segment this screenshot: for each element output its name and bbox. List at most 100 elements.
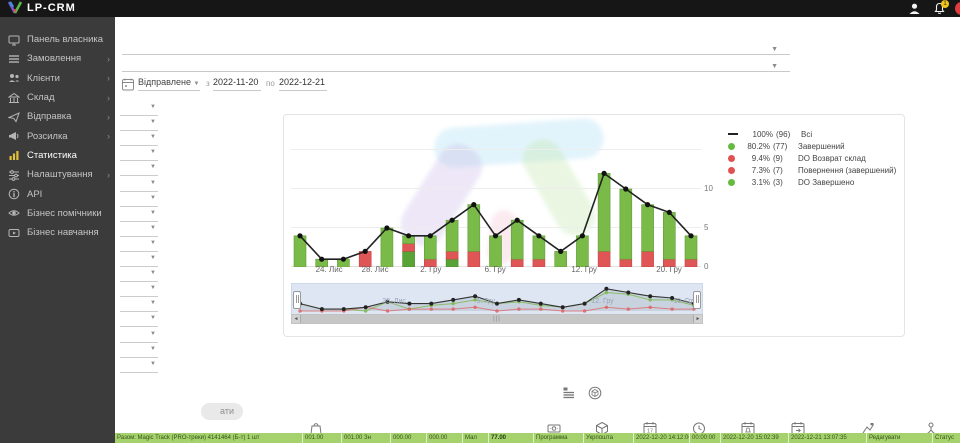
mini-filter-select-4[interactable]: ▼	[120, 146, 158, 161]
scrollbar-thumb[interactable]: |||	[300, 315, 694, 323]
y-tick-label: 10	[704, 184, 724, 193]
legend-item-5[interactable]: 3.1%(3)DO Завершено	[728, 176, 896, 188]
legend-line-marker	[728, 133, 738, 135]
mini-filter-select-7[interactable]: ▼	[120, 192, 158, 207]
table-cell: Укрпошта	[584, 433, 634, 443]
chevron-down-icon: ▼	[150, 119, 156, 125]
mini-filter-select-16[interactable]: ▼	[120, 328, 158, 343]
main-content: ▼ ▼ Відправлене ▼ з 2022-11-20 по 2022-1…	[115, 17, 960, 443]
legend-item-1[interactable]: 100%(96)Всі	[728, 128, 896, 140]
sidebar-item-3[interactable]: Клієнти ›	[0, 69, 115, 88]
date-from-input[interactable]: 2022-11-20	[213, 77, 261, 91]
api-icon	[8, 188, 20, 200]
alert-avatar-icon[interactable]	[955, 2, 960, 15]
sidebar-item-label: Розсилка	[27, 131, 68, 142]
mini-filter-select-6[interactable]: ▼	[120, 177, 158, 192]
mini-filter-select-3[interactable]: ▼	[120, 131, 158, 146]
sidebar-item-8[interactable]: Налаштування ›	[0, 165, 115, 184]
table-cell: 2022-12-21 13:07:35	[789, 433, 867, 443]
dashboard-icon	[8, 34, 20, 46]
sidebar-item-1[interactable]: Панель власника	[0, 30, 115, 49]
legend-count: (9)	[773, 154, 795, 163]
legend-dot-marker	[728, 167, 735, 174]
mini-filter-select-10[interactable]: ▼	[120, 237, 158, 252]
to-word: по	[266, 79, 275, 88]
table-cell: 001.00 Зн	[342, 433, 391, 443]
sidebar-item-6[interactable]: Розсилка ›	[0, 126, 115, 145]
mini-filter-select-17[interactable]: ▼	[120, 343, 158, 358]
sidebar-item-11[interactable]: Бізнес навчання	[0, 223, 115, 242]
from-word: з	[206, 79, 210, 88]
chart-legend: 100%(96)Всі80.2%(77)Завершений9.4%(9)DO …	[728, 128, 896, 188]
x-tick-label: 24. Лис	[316, 265, 343, 274]
legend-item-4[interactable]: 7.3%(7)Повернення (завершений)	[728, 164, 896, 176]
filter-select-2[interactable]: ▼	[122, 61, 790, 72]
table-row[interactable]: Разом: Magic Track (PRO-треки) 4141464 (…	[115, 433, 960, 443]
x-tick-label: 12. Гру	[571, 265, 597, 274]
navigator-right-handle[interactable]	[693, 291, 701, 309]
chart-card: 0510 24. Лис28. Лис2. Гру6. Гру12. Гру20…	[283, 114, 905, 337]
clients-icon	[8, 72, 20, 84]
sidebar-item-4[interactable]: Склад ›	[0, 88, 115, 107]
scroll-right-button[interactable]: ►	[694, 315, 702, 323]
sidebar: Панель власника Замовлення › Клієнти › С…	[0, 17, 115, 443]
mailing-icon	[8, 130, 20, 142]
sidebar-item-9[interactable]: API	[0, 184, 115, 203]
chevron-right-icon: ›	[107, 54, 110, 64]
sidebar-item-2[interactable]: Замовлення ›	[0, 49, 115, 68]
legend-dot-marker	[728, 155, 735, 162]
legend-label: Завершений	[798, 142, 845, 151]
legend-label: DO Завершено	[798, 178, 854, 187]
table-cell: 77.00	[489, 433, 534, 443]
chevron-right-icon: ›	[107, 131, 110, 141]
legend-label: Всі	[801, 130, 812, 139]
legend-pct: 7.3%	[739, 166, 770, 175]
chevron-down-icon: ▼	[150, 255, 156, 261]
filter-select-1[interactable]: ▼	[122, 44, 790, 55]
sidebar-item-label: Відправка	[27, 111, 71, 122]
table-cell: 000.00	[391, 433, 427, 443]
legend-item-2[interactable]: 80.2%(77)Завершений	[728, 140, 896, 152]
products-box-icon[interactable]	[588, 386, 602, 406]
mini-filter-select-12[interactable]: ▼	[120, 267, 158, 282]
sidebar-item-7[interactable]: Статистика	[0, 146, 115, 165]
sidebar-item-label: Панель власника	[27, 34, 103, 45]
chevron-down-icon: ▼	[150, 180, 156, 186]
sidebar-item-label: Статистика	[27, 150, 77, 161]
x-tick-label: 28. Лис	[362, 265, 389, 274]
date-mode-select[interactable]: Відправлене ▼	[138, 77, 200, 91]
mini-filter-select-18[interactable]: ▼	[120, 358, 158, 373]
sidebar-item-5[interactable]: Відправка ›	[0, 107, 115, 126]
chevron-down-icon: ▼	[771, 63, 778, 70]
chevron-down-icon: ▼	[150, 361, 156, 367]
mini-filter-select-2[interactable]: ▼	[120, 116, 158, 131]
legend-label: DO Возврат склад	[798, 154, 866, 163]
sidebar-item-10[interactable]: Бізнес помічники	[0, 204, 115, 223]
legend-pct: 80.2%	[739, 142, 770, 151]
table-cell: Программа	[534, 433, 584, 443]
brand-logo-icon	[7, 1, 23, 20]
shipping-icon	[8, 111, 20, 123]
mini-filter-select-11[interactable]: ▼	[120, 252, 158, 267]
mini-filter-select-1[interactable]: ▼	[120, 101, 158, 116]
search-button[interactable]: ати	[201, 403, 243, 420]
training-icon	[8, 227, 20, 239]
mini-filter-select-8[interactable]: ▼	[120, 207, 158, 222]
user-icon[interactable]	[908, 2, 921, 20]
mini-filter-select-14[interactable]: ▼	[120, 297, 158, 312]
mini-filter-select-5[interactable]: ▼	[120, 161, 158, 176]
orders-list-icon[interactable]	[562, 386, 576, 406]
chevron-down-icon: ▼	[150, 331, 156, 337]
mini-filter-select-13[interactable]: ▼	[120, 282, 158, 297]
table-cell: 2022-12-20 14:12:06	[634, 433, 690, 443]
mini-filter-select-15[interactable]: ▼	[120, 312, 158, 327]
chevron-right-icon: ›	[107, 73, 110, 83]
y-tick-label: 0	[704, 262, 724, 271]
mini-filter-select-9[interactable]: ▼	[120, 222, 158, 237]
navigator-left-handle[interactable]	[293, 291, 301, 309]
helpers-icon	[8, 207, 20, 219]
chevron-down-icon: ▼	[150, 285, 156, 291]
scroll-left-button[interactable]: ◄	[292, 315, 300, 323]
date-to-input[interactable]: 2022-12-21	[279, 77, 327, 91]
legend-item-3[interactable]: 9.4%(9)DO Возврат склад	[728, 152, 896, 164]
